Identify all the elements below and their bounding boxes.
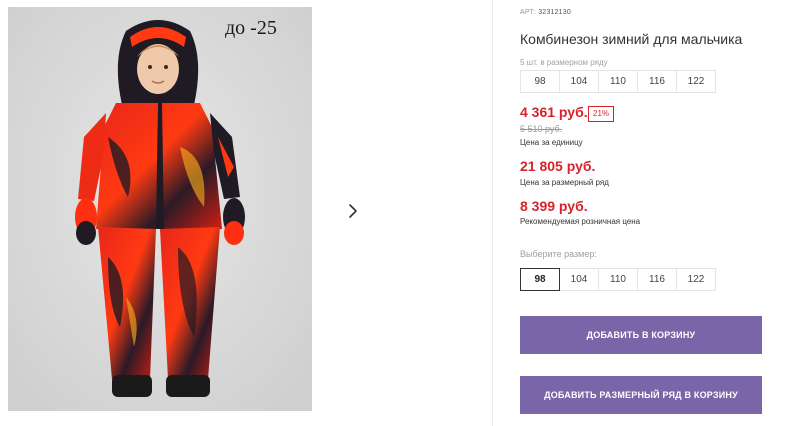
pack-size: 122 xyxy=(676,70,716,93)
product-title: Комбинезон зимний для мальчика xyxy=(520,31,743,47)
chevron-right-icon xyxy=(349,203,357,218)
unit-price-caption: Цена за единицу xyxy=(520,138,583,147)
pack-size: 110 xyxy=(598,70,638,93)
unit-price: 4 361 руб. xyxy=(520,104,588,120)
pack-size: 104 xyxy=(559,70,599,93)
divider xyxy=(492,0,493,426)
size-option[interactable]: 116 xyxy=(637,268,677,291)
pack-price-caption: Цена за размерный ряд xyxy=(520,178,609,187)
pack-size: 98 xyxy=(520,70,560,93)
article-prefix: АРТ: xyxy=(520,9,537,16)
retail-price: 8 399 руб. xyxy=(520,198,588,214)
size-option[interactable]: 122 xyxy=(676,268,716,291)
pack-size-list: 98 104 110 116 122 xyxy=(520,70,716,93)
size-option-selected[interactable]: 98 xyxy=(520,268,560,291)
discount-badge: 21% xyxy=(588,106,615,122)
add-to-cart-button[interactable]: ДОБАВИТЬ В КОРЗИНУ xyxy=(520,316,762,354)
pack-price: 21 805 руб. xyxy=(520,158,596,174)
pack-size: 116 xyxy=(637,70,677,93)
size-option[interactable]: 104 xyxy=(559,268,599,291)
size-selector: 98 104 110 116 122 xyxy=(520,268,716,291)
product-photo xyxy=(8,7,312,411)
product-photo-illustration xyxy=(8,7,312,411)
add-pack-to-cart-button[interactable]: ДОБАВИТЬ РАЗМЕРНЫЙ РЯД В КОРЗИНУ xyxy=(520,376,762,414)
choose-size-label: Выберите размер: xyxy=(520,249,597,259)
article-number: АРТ: 32312130 xyxy=(520,9,571,16)
old-price: 5 510 руб. xyxy=(520,124,563,134)
pack-hint: 5 шт. в размерном ряду xyxy=(520,58,608,67)
retail-price-caption: Рекомендуемая розничная цена xyxy=(520,217,641,226)
temperature-label: до -25 xyxy=(225,17,277,39)
next-image-button[interactable] xyxy=(334,192,372,229)
size-option[interactable]: 110 xyxy=(598,268,638,291)
product-gallery: до -25 xyxy=(0,0,492,426)
article-value: 32312130 xyxy=(538,9,571,16)
